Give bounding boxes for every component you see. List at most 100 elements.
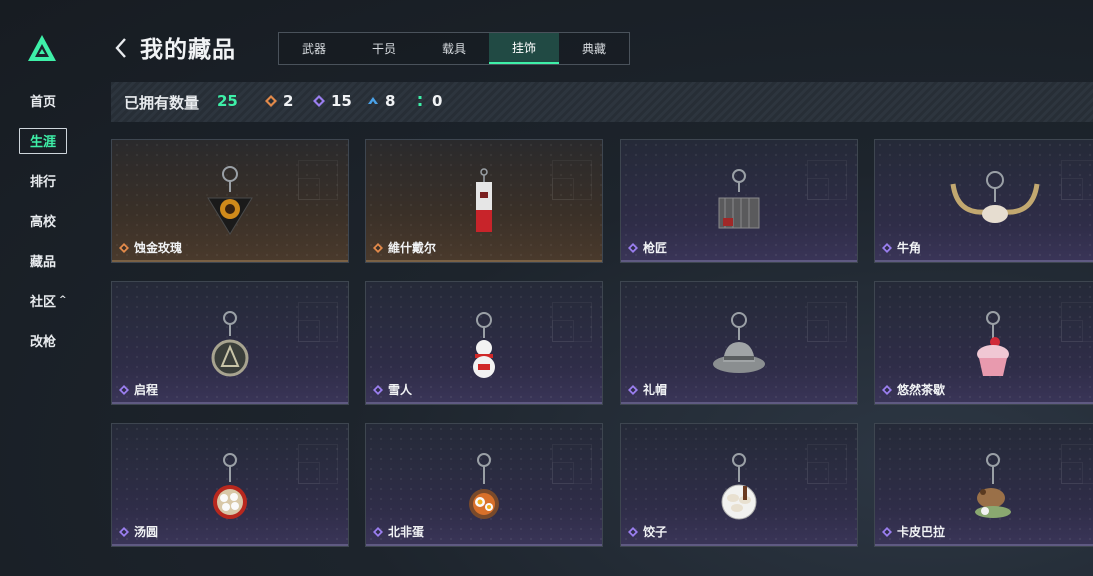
rarity-stripe: [366, 402, 602, 404]
item-name: 饺子: [643, 525, 668, 539]
gunsmith-charm-icon: [718, 169, 760, 229]
collection-card[interactable]: 启程: [111, 281, 349, 405]
collection-card[interactable]: 悠然茶歇: [874, 281, 1093, 405]
selection-frame: [19, 128, 67, 154]
gold-diamond-icon: [119, 243, 129, 253]
rarity-stripe: [366, 544, 602, 546]
collection-card[interactable]: 牛角: [874, 139, 1093, 263]
rarity-stripe: [621, 402, 857, 404]
rarity-count-purple: 15: [312, 92, 352, 110]
sidebar-item-home[interactable]: 首页: [18, 80, 78, 120]
rarity-count: 0: [432, 92, 443, 110]
item-name: 汤圆: [134, 525, 159, 539]
back-arrow-icon[interactable]: [112, 36, 132, 60]
logo-icon[interactable]: [27, 34, 57, 62]
rarity-stripe: [112, 260, 348, 262]
sidebar-item-collection[interactable]: 藏品: [18, 240, 78, 280]
collection-card[interactable]: 枪匠: [620, 139, 858, 263]
purple-diamond-icon: [119, 385, 129, 395]
item-name: 蚀金玫瑰: [134, 241, 183, 255]
card-decoration: [807, 320, 829, 342]
item-name: 維什戴尔: [388, 241, 437, 255]
green-dots-icon: [413, 94, 427, 108]
collection-card[interactable]: 雪人: [365, 281, 603, 405]
sidebar-item-ranking[interactable]: 排行: [18, 160, 78, 200]
category-tabs: 武器 干员 载具 挂饰 典藏: [278, 32, 630, 65]
rarity-stripe: [112, 402, 348, 404]
item-name: 启程: [134, 383, 159, 397]
rarity-count-gold: 2: [264, 92, 293, 110]
sidebar-item-label: 首页: [30, 94, 57, 110]
rose-charm-icon: [207, 166, 253, 235]
purple-diamond-icon: [628, 385, 638, 395]
card-decoration: [552, 320, 574, 342]
medal-charm-icon: [211, 311, 249, 377]
item-name: 卡皮巴拉: [897, 525, 946, 539]
horn-charm-icon: [950, 171, 1040, 223]
purple-diamond-icon: [628, 527, 638, 537]
card-decoration: [1061, 320, 1083, 342]
rarity-count-green: 0: [413, 92, 442, 110]
card-decoration: [1061, 178, 1083, 200]
rarity-stripe: [875, 402, 1093, 404]
sidebar-item-school[interactable]: 高校: [18, 200, 78, 240]
card-decoration: [298, 320, 320, 342]
purple-diamond-icon: [119, 527, 129, 537]
sidebar-nav: 首页 生涯 排行 高校 藏品 社区 ^ 改枪: [18, 80, 78, 360]
sidebar-item-community[interactable]: 社区 ^: [18, 280, 78, 320]
purple-diamond-icon: [882, 527, 892, 537]
sidebar-item-label: 高校: [30, 214, 57, 230]
rarity-count-blue: 8: [366, 92, 395, 110]
item-name: 雪人: [388, 383, 413, 397]
sidebar-item-gunsmith[interactable]: 改枪: [18, 320, 78, 360]
gold-diamond-icon: [373, 243, 383, 253]
card-decoration: [552, 178, 574, 200]
collection-card[interactable]: 汤圆: [111, 423, 349, 547]
rarity-count: 8: [385, 92, 396, 110]
owned-total: 25: [217, 92, 238, 110]
collection-card[interactable]: 饺子: [620, 423, 858, 547]
tab-weapons[interactable]: 武器: [279, 33, 349, 64]
sidebar: 首页 生涯 排行 高校 藏品 社区 ^ 改枪: [0, 0, 90, 576]
card-decoration: [1061, 462, 1083, 484]
sidebar-item-label: 改枪: [30, 334, 57, 350]
tab-collection[interactable]: 典藏: [559, 33, 629, 64]
collection-card[interactable]: 北非蛋: [365, 423, 603, 547]
purple-diamond-icon: [882, 243, 892, 253]
purple-diamond-icon: [373, 527, 383, 537]
card-decoration: [298, 178, 320, 200]
cupcake-charm-icon: [977, 311, 1009, 376]
capybara-charm-icon: [975, 453, 1011, 518]
purple-diamond-icon: [312, 94, 326, 108]
chevron-up-icon: ^: [59, 295, 67, 305]
rarity-stripe: [875, 544, 1093, 546]
rarity-stripe: [366, 260, 602, 262]
rarity-count: 2: [283, 92, 294, 110]
collection-card[interactable]: 蚀金玫瑰: [111, 139, 349, 263]
dumpling-charm-icon: [721, 453, 757, 520]
tangyuan-charm-icon: [213, 453, 247, 519]
sidebar-item-career[interactable]: 生涯: [18, 120, 78, 160]
top-hat-charm-icon: [713, 312, 765, 373]
item-name: 悠然茶歇: [897, 383, 946, 397]
tab-operators[interactable]: 干员: [349, 33, 419, 64]
sidebar-item-label: 藏品: [30, 254, 57, 270]
rarity-stripe: [621, 260, 857, 262]
collection-card[interactable]: 卡皮巴拉: [874, 423, 1093, 547]
item-name: 礼帽: [643, 383, 668, 397]
purple-diamond-icon: [373, 385, 383, 395]
snowman-charm-icon: [473, 312, 495, 378]
tab-charms[interactable]: 挂饰: [489, 33, 559, 64]
sidebar-item-label: 社区: [30, 294, 57, 310]
page-title: 我的藏品: [140, 37, 236, 63]
collection-card[interactable]: 維什戴尔: [365, 139, 603, 263]
tab-vehicles[interactable]: 载具: [419, 33, 489, 64]
collection-card[interactable]: 礼帽: [620, 281, 858, 405]
shakshuka-charm-icon: [469, 453, 499, 519]
card-decoration: [298, 462, 320, 484]
rarity-stripe: [875, 260, 1093, 262]
owned-count-bar: 已拥有数量 25 2 15 8 0: [111, 82, 1093, 122]
purple-diamond-icon: [628, 243, 638, 253]
card-decoration: [807, 462, 829, 484]
sidebar-item-label: 排行: [30, 174, 57, 190]
